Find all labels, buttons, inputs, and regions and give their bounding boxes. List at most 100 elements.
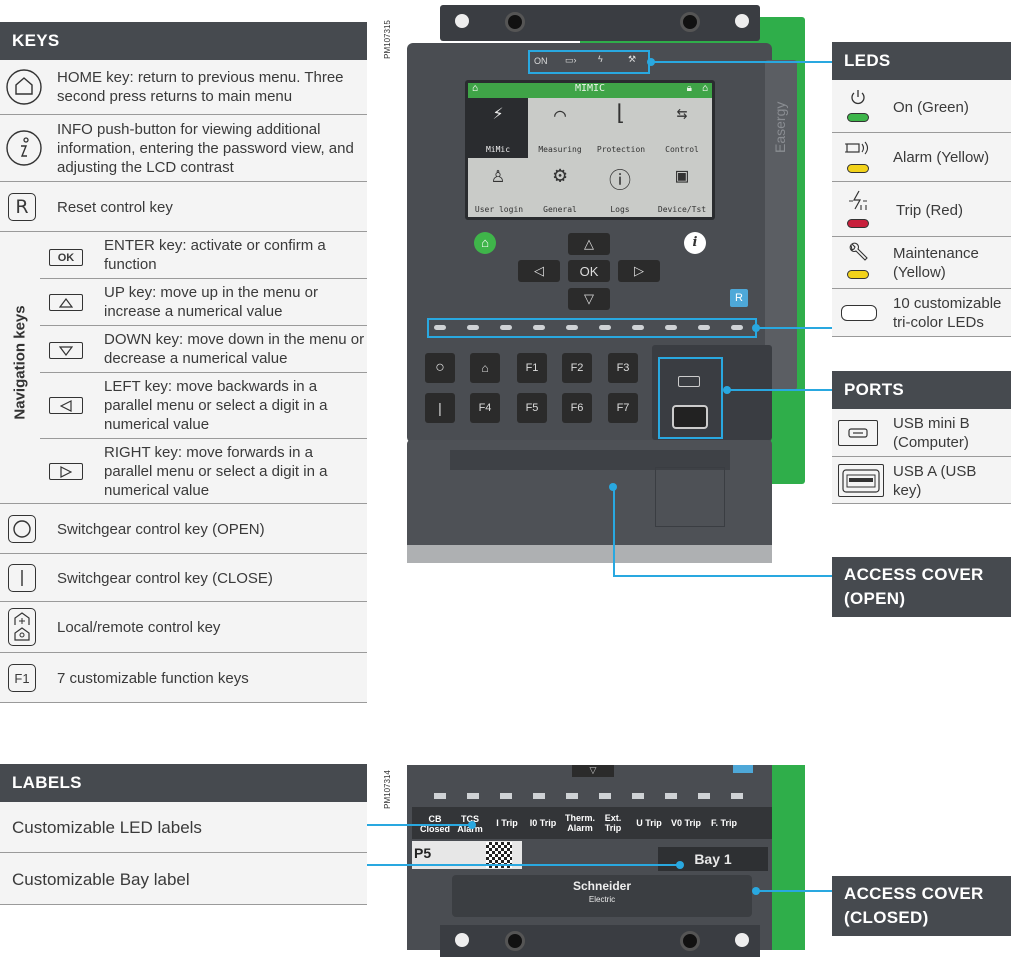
alarm-icon xyxy=(844,139,872,157)
reset-button[interactable]: R xyxy=(730,289,748,307)
close-button[interactable]: | xyxy=(425,393,455,423)
access-cover-closed-label: ACCESS COVER (CLOSED) xyxy=(832,876,1011,936)
down-button[interactable]: ▽ xyxy=(568,288,610,310)
led-label-i-trip: I Trip xyxy=(496,818,518,828)
f5-button[interactable]: F5 xyxy=(517,393,547,423)
ports-header: PORTS xyxy=(832,371,1011,409)
screw-icon xyxy=(680,12,700,32)
led-slot xyxy=(599,325,611,330)
f6-button[interactable]: F6 xyxy=(562,393,592,423)
screw-icon xyxy=(455,14,469,28)
led-labels-row: Customizable LED labels xyxy=(0,802,367,853)
protection-icon: ⌊ xyxy=(613,101,627,126)
local-remote-icon xyxy=(8,608,36,646)
led-label-u-trip: U Trip xyxy=(636,818,662,828)
brand-name: Schneider xyxy=(572,879,632,893)
up-arrow-icon xyxy=(49,294,83,311)
led-maintenance-desc: Maintenance (Yellow) xyxy=(893,245,979,281)
connector-dot xyxy=(752,324,760,332)
open-button[interactable]: ○ xyxy=(425,353,455,383)
power-icon xyxy=(846,87,870,107)
relay-front-panel: PM107315 Easergy ON ▭› ϟ ⚒ ⌂ MIMIC 🔒︎ ⌂ … xyxy=(383,5,820,575)
keys-header-text: KEYS xyxy=(12,31,60,50)
led-slot xyxy=(665,325,677,330)
left-key-row: LEFT key: move backwards in a parallel m… xyxy=(40,373,367,439)
home-icon xyxy=(5,68,43,106)
led-yellow-indicator xyxy=(847,164,869,173)
usb-mini-port[interactable] xyxy=(678,376,700,387)
labels-header-text: LABELS xyxy=(12,773,82,792)
connector-dot xyxy=(468,821,476,829)
access-cover-bottom-rail xyxy=(407,545,772,563)
access-open-connector-horizontal xyxy=(613,575,832,577)
f1-button[interactable]: F1 xyxy=(517,353,547,383)
led-label-ext-trip: Ext. Trip xyxy=(604,813,622,833)
led-custom-row: 10 customizable tri-color LEDs xyxy=(832,289,1011,337)
lcd-remote-icon: ⌂ xyxy=(701,83,708,94)
brand-sub: Electric xyxy=(588,895,616,904)
lcd-home-icon: ⌂ xyxy=(472,83,479,94)
led-slot xyxy=(434,325,446,330)
f2-button[interactable]: F2 xyxy=(562,353,592,383)
lcd-menu-item[interactable]: ⚡ xyxy=(468,103,528,124)
home-key-desc: HOME key: return to previous menu. Three… xyxy=(57,69,344,105)
open-key-row: Switchgear control key (OPEN) xyxy=(0,504,367,554)
open-circle-icon xyxy=(8,515,36,543)
ports-header-text: PORTS xyxy=(844,380,905,399)
close-key-row: Switchgear control key (CLOSE) xyxy=(0,554,367,602)
trip-icon xyxy=(846,188,870,212)
lcd-menu-label-user: User login xyxy=(474,205,524,214)
f3-button[interactable]: F3 xyxy=(608,353,638,383)
home-button[interactable]: ⌂ xyxy=(474,232,496,254)
f7-button[interactable]: F7 xyxy=(608,393,638,423)
f1-key-icon: F1 xyxy=(8,664,36,692)
bay-label-text: Bay 1 xyxy=(694,851,732,867)
keys-header: KEYS xyxy=(0,22,367,60)
led-label-i0-trip: I0 Trip xyxy=(529,818,557,828)
lcd-menu-label-device: Device/Tst xyxy=(657,205,707,214)
up-button[interactable]: △ xyxy=(568,233,610,255)
left-button[interactable]: ◁ xyxy=(518,260,560,282)
lcd-inner: ⌂ MIMIC 🔒︎ ⌂ ⚡ MiMic ◠ Measuring ⌊ Prote… xyxy=(468,83,712,217)
led-on-row: On (Green) xyxy=(832,80,1011,133)
ok-button[interactable]: OK xyxy=(568,260,610,282)
right-arrow-icon xyxy=(49,463,83,480)
lcd-menu-label-logs: Logs xyxy=(610,205,630,214)
usb-a-icon xyxy=(838,464,884,497)
ok-key-icon: OK xyxy=(49,249,83,266)
leds-connector-line xyxy=(650,61,832,63)
usb-mini-desc: USB mini B (Computer) xyxy=(893,415,970,451)
led-red-indicator xyxy=(847,219,869,228)
usb-a-port[interactable] xyxy=(672,405,708,429)
local-remote-button[interactable]: ⌂ xyxy=(470,353,500,383)
screw-icon xyxy=(505,931,525,951)
led-label-v0-trip: V0 Trip xyxy=(670,818,701,828)
info-key-row: INFO push-button for viewing additional … xyxy=(0,115,367,182)
access-cover-closed[interactable]: Schneider Electric xyxy=(452,875,752,917)
function-key-row: F1 7 customizable function keys xyxy=(0,653,367,703)
right-button[interactable]: ▷ xyxy=(618,260,660,282)
access-closed-connector xyxy=(757,890,832,892)
screw-icon xyxy=(505,12,525,32)
info-button[interactable]: i xyxy=(684,232,706,254)
led-trip-row: Trip (Red) xyxy=(832,182,1011,237)
down-key-row: DOWN key: move down in the menu or decre… xyxy=(40,326,367,373)
access-open-connector-vertical xyxy=(613,487,615,576)
led-slot xyxy=(566,325,578,330)
led-custom-indicator xyxy=(841,305,877,321)
lcd-title-bar: ⌂ MIMIC 🔒︎ ⌂ xyxy=(468,83,712,98)
usb-mini-row: USB mini B (Computer) xyxy=(832,409,1011,457)
connector-dot xyxy=(723,386,731,394)
access-cover-closed-text: ACCESS COVER (CLOSED) xyxy=(844,884,984,927)
custom-leds-row xyxy=(434,325,754,331)
f4-button[interactable]: F4 xyxy=(470,393,500,423)
access-cover-open-label: ACCESS COVER (OPEN) xyxy=(832,557,1011,617)
led-slot xyxy=(731,325,743,330)
enter-key-desc: ENTER key: activate or confirm a functio… xyxy=(104,237,326,273)
lcd-title: MIMIC xyxy=(574,83,606,94)
led-slot xyxy=(500,325,512,330)
brand-side-label: Easergy xyxy=(772,101,788,153)
lcd-menu-label-mimic: MiMic xyxy=(485,145,511,154)
led-slot xyxy=(467,325,479,330)
reset-button-partial xyxy=(733,765,753,773)
